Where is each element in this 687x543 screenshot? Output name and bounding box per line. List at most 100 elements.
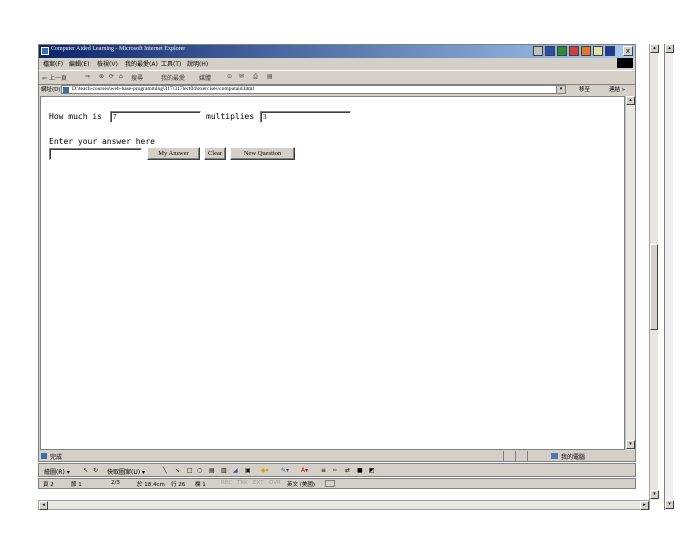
app-icon-red[interactable] xyxy=(569,46,579,56)
edit-icon[interactable]: ▤ xyxy=(267,73,273,80)
line-indicator: 行 26 xyxy=(171,482,186,488)
close-button[interactable]: x xyxy=(623,46,633,56)
ie-window: Computer Aided Learning - Microsoft Inte… xyxy=(38,44,636,462)
clear-button[interactable]: Clear xyxy=(204,147,226,160)
oval-icon[interactable]: ○ xyxy=(197,467,202,474)
refresh-icon[interactable]: ⟳ xyxy=(109,73,114,80)
scroll-up-button[interactable]: ▴ xyxy=(626,96,635,105)
paint-icon[interactable] xyxy=(593,46,603,56)
search-button[interactable]: 搜尋 xyxy=(131,73,143,82)
scroll-right-button[interactable]: ▸ xyxy=(640,501,649,510)
ovr-indicator[interactable]: OVR xyxy=(269,480,281,486)
zone-text: 我的電腦 xyxy=(561,454,586,461)
select-arrow-icon[interactable]: ↖ xyxy=(83,467,88,474)
word-horizontal-scrollbar[interactable]: ◂ ▸ xyxy=(38,500,650,510)
question-prefix: How much is xyxy=(49,112,102,121)
rec-indicator[interactable]: REC xyxy=(221,480,232,486)
arrow-style-icon[interactable]: ⇄ xyxy=(345,467,350,474)
textbox-icon[interactable]: ▤ xyxy=(209,467,215,474)
pages-indicator: 2/3 xyxy=(111,480,120,486)
outer-scroll-up-button[interactable]: ▴ xyxy=(665,44,674,53)
position-indicator: 於 18.4cm xyxy=(137,482,165,488)
dash-style-icon[interactable]: ┅ xyxy=(333,467,337,474)
outer-scroll-down-button[interactable]: ▾ xyxy=(665,500,674,509)
history-icon[interactable]: ⊙ xyxy=(227,73,232,80)
rotate-icon[interactable]: ↻ xyxy=(93,467,98,474)
taskbar-app-icon[interactable] xyxy=(533,46,543,56)
mail-icon[interactable]: ✉ xyxy=(239,73,244,80)
address-label: 網址(D) xyxy=(41,87,61,93)
ie-logo-icon xyxy=(41,47,49,55)
links-button[interactable]: 連結 » xyxy=(609,85,625,93)
address-dropdown-button[interactable]: ▾ xyxy=(556,86,565,93)
line-icon[interactable]: ╲ xyxy=(163,467,167,474)
clipart-icon[interactable]: ▣ xyxy=(245,467,251,474)
windows-logo-icon xyxy=(617,58,633,68)
address-value: D:\teach-courses\web-base-programming\31… xyxy=(72,86,254,92)
word-vertical-scrollbar[interactable]: ▴ ▾ xyxy=(649,44,659,500)
stop-icon[interactable]: ⊗ xyxy=(99,73,104,80)
rectangle-icon[interactable]: □ xyxy=(187,467,193,474)
answer-prompt: Enter your answer here xyxy=(49,137,155,146)
scroll-left-button[interactable]: ◂ xyxy=(39,501,48,510)
menu-help[interactable]: 說明(H) xyxy=(187,59,208,68)
go-button[interactable]: 移至 xyxy=(579,85,590,93)
status-divider xyxy=(503,451,504,461)
shadow-icon[interactable]: ■ xyxy=(357,467,363,474)
computer-icon xyxy=(551,453,558,459)
multiplies-label: multiplies xyxy=(206,112,255,121)
menu-edit[interactable]: 編輯(E) xyxy=(69,59,89,68)
favorites-button[interactable]: 我的最愛 xyxy=(161,73,185,82)
menu-file[interactable]: 檔案(F) xyxy=(43,59,63,68)
window-title: Computer Aided Learning - Microsoft Inte… xyxy=(51,46,186,52)
title-bar[interactable]: Computer Aided Learning - Microsoft Inte… xyxy=(39,45,635,58)
print-icon[interactable]: ⎙ xyxy=(253,73,258,81)
home-icon[interactable]: ⌂ xyxy=(119,73,123,80)
word-scroll-down-button[interactable]: ▾ xyxy=(650,490,659,499)
forward-button[interactable]: ⇒ xyxy=(85,73,90,80)
3d-icon[interactable]: ◩ xyxy=(369,467,375,474)
word-scroll-up-button[interactable]: ▴ xyxy=(650,44,659,53)
drawing-toolbar: 繪圖(R) ▾ ↖ ↻ 快取圖案(U) ▾ ╲ ↘ □ ○ ▤ ▥ ◢ ▣ ◆▾… xyxy=(38,463,636,477)
page-scrollbar[interactable]: ▴ ▾ xyxy=(625,96,635,450)
page-indicator: 頁 2 xyxy=(43,482,54,488)
font-color-icon[interactable]: A▾ xyxy=(301,467,308,474)
arrow-icon[interactable]: ↘ xyxy=(175,467,180,474)
diagram-icon[interactable]: ◢ xyxy=(233,467,238,474)
first-number-input[interactable]: 7 xyxy=(110,111,201,123)
toolbar: ⇐ 上一頁 ⇒ ⊗ ⟳ ⌂ 搜尋 我的最愛 媒體 ⊙ ✉ ⎙ ▤ xyxy=(39,70,635,85)
fill-color-icon[interactable]: ◆▾ xyxy=(261,467,269,474)
ext-indicator[interactable]: EXT xyxy=(253,480,264,486)
status-divider xyxy=(527,451,528,461)
my-answer-button[interactable]: My Answer xyxy=(147,147,200,160)
trk-indicator[interactable]: TRK xyxy=(237,480,248,486)
media-button[interactable]: 媒體 xyxy=(199,73,211,82)
app-icon-blue[interactable] xyxy=(605,46,615,56)
menu-tools[interactable]: 工具(T) xyxy=(161,59,181,68)
page-icon xyxy=(63,87,69,93)
outer-scrollbar[interactable]: ▴ ▾ xyxy=(664,44,674,510)
address-input[interactable]: D:\teach-courses\web-base-programming\31… xyxy=(61,85,566,94)
spelling-icon[interactable] xyxy=(325,480,335,487)
word-status-bar: 頁 2 節 1 2/3 於 18.4cm 行 26 欄 1 REC TRK EX… xyxy=(38,478,636,489)
wordart-icon[interactable]: ▥ xyxy=(221,467,227,474)
word-scroll-thumb[interactable] xyxy=(650,244,658,330)
app-icon-orange[interactable] xyxy=(581,46,591,56)
menu-bar: 檔案(F) 編輯(E) 檢視(V) 我的最愛(A) 工具(T) 說明(H) xyxy=(39,58,635,69)
line-color-icon[interactable]: ✎▾ xyxy=(281,467,289,474)
excel-icon[interactable] xyxy=(557,46,567,56)
menu-view[interactable]: 檢視(V) xyxy=(97,59,118,68)
scroll-down-button[interactable]: ▾ xyxy=(626,440,635,449)
address-bar: 網址(D) D:\teach-courses\web-base-programm… xyxy=(39,84,635,95)
new-question-button[interactable]: New Question xyxy=(230,147,295,160)
answer-input[interactable] xyxy=(49,148,142,160)
second-number-input[interactable]: 3 xyxy=(260,111,351,123)
back-button[interactable]: ⇐ 上一頁 xyxy=(42,73,67,82)
word-icon[interactable] xyxy=(545,46,555,56)
section-indicator: 節 1 xyxy=(71,482,82,488)
line-style-icon[interactable]: ≡ xyxy=(321,467,326,474)
autoshapes-menu-button[interactable]: 快取圖案(U) ▾ xyxy=(107,467,145,476)
status-divider xyxy=(515,451,516,461)
menu-favorites[interactable]: 我的最愛(A) xyxy=(125,59,158,68)
draw-menu-button[interactable]: 繪圖(R) ▾ xyxy=(44,467,70,476)
